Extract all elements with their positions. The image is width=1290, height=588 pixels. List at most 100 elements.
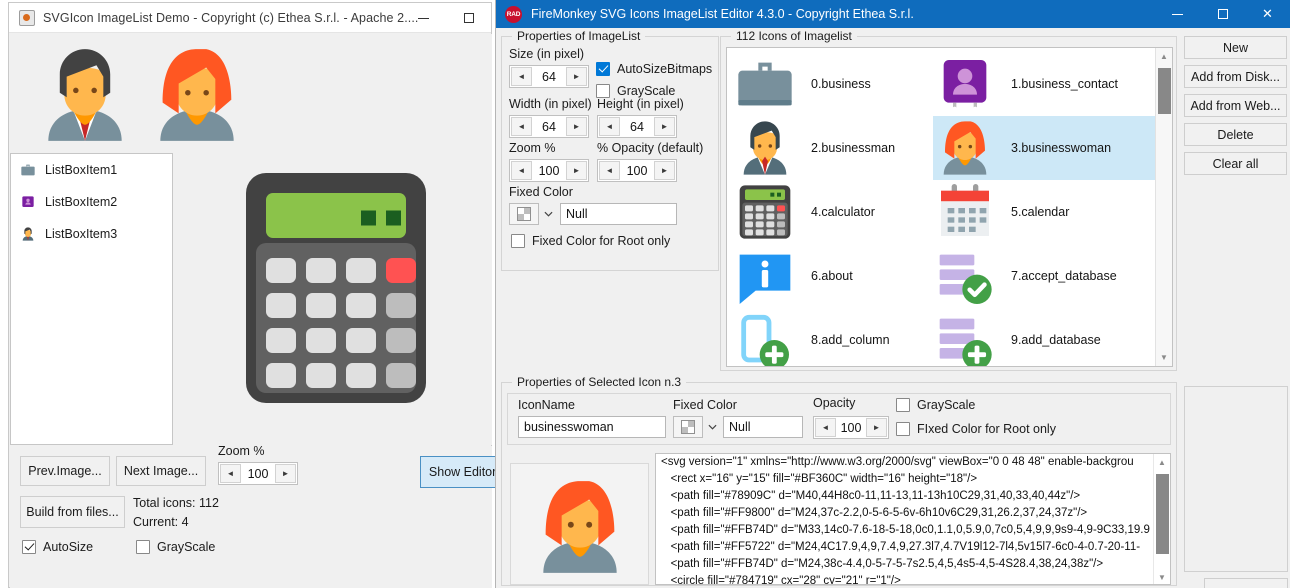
scrollbar-thumb[interactable] [1156, 474, 1169, 554]
list-item[interactable]: 2.businessman [733, 116, 963, 180]
selected-fixed-color-field[interactable]: Null [723, 416, 803, 438]
build-from-files-button[interactable]: Build from files... [20, 496, 125, 528]
grayscale-checkbox-box[interactable] [136, 540, 150, 554]
scroll-up-arrow-icon[interactable]: ▲ [1156, 48, 1172, 65]
partially-visible-button[interactable] [1204, 578, 1288, 588]
demo-window-buttons [401, 3, 491, 33]
selected-opacity-decrement-button[interactable]: ◄ [815, 418, 836, 437]
imagelist-icon-grid[interactable]: 0.business 1.business_contact 2.business… [726, 47, 1173, 367]
add-from-web-button[interactable]: Add from Web... [1184, 94, 1287, 117]
svg-source-line: <path fill="#FF9800" d="M24,37c-2.2,0-5-… [661, 507, 1088, 519]
list-item[interactable]: 1.business_contact [933, 52, 1163, 116]
autosize-checkbox-box[interactable] [22, 540, 36, 554]
iconname-field[interactable]: businesswoman [518, 416, 666, 438]
selected-opacity-stepper[interactable]: ◄ 100 ► [813, 416, 889, 439]
size-value[interactable]: 64 [533, 66, 565, 87]
fixed-color-root-only-checkbox-box[interactable] [511, 234, 525, 248]
imagelist-zoom-increment-button[interactable]: ► [566, 161, 587, 180]
list-item-label: 3.businesswoman [1011, 141, 1112, 155]
selected-grayscale-checkbox-box[interactable] [896, 398, 910, 412]
imagelist-scrollbar[interactable]: ▲ ▼ [1155, 48, 1172, 366]
size-stepper[interactable]: ◄ 64 ► [509, 65, 589, 88]
list-item-selected[interactable]: 3.businesswoman [933, 116, 1167, 180]
chevron-down-icon[interactable] [540, 203, 556, 225]
imagelist-zoom-stepper[interactable]: ◄ 100 ► [509, 159, 589, 182]
imagelist-zoom-value[interactable]: 100 [533, 160, 565, 181]
height-increment-button[interactable]: ► [654, 117, 675, 136]
demo-listbox[interactable]: ListBoxItem1 ListBoxItem2 ListBoxItem3 [10, 153, 173, 445]
clear-all-button[interactable]: Clear all [1184, 152, 1287, 175]
size-decrement-button[interactable]: ◄ [511, 67, 532, 86]
list-item[interactable]: ListBoxItem1 [11, 154, 172, 186]
scroll-up-arrow-icon[interactable]: ▲ [1154, 454, 1170, 471]
fixed-color-field[interactable]: Null [560, 203, 677, 225]
scroll-down-arrow-icon[interactable]: ▼ [1156, 349, 1172, 366]
selected-grayscale-checkbox[interactable]: GrayScale [896, 398, 975, 412]
close-icon[interactable]: ✕ [1245, 0, 1290, 28]
demo-zoom-stepper[interactable]: ◄ 100 ► [218, 462, 298, 485]
business-contact-icon [20, 194, 36, 210]
chevron-down-icon[interactable] [704, 416, 720, 438]
selected-opacity-increment-button[interactable]: ► [866, 418, 887, 437]
svg-source-line: <path fill="#78909C" d="M40,44H8c0-11,11… [661, 490, 1081, 502]
list-item[interactable]: ListBoxItem2 [11, 186, 172, 218]
zoom-value[interactable]: 100 [242, 463, 274, 484]
list-item-label: 4.calculator [811, 205, 875, 219]
new-button[interactable]: New [1184, 36, 1287, 59]
selected-fixed-color-picker-button[interactable] [673, 416, 703, 438]
add-from-disk-button[interactable]: Add from Disk... [1184, 65, 1287, 88]
list-item[interactable]: 9.add_database [933, 308, 1163, 366]
fixed-color-picker-button[interactable] [509, 203, 539, 225]
list-item[interactable]: 0.business [733, 52, 963, 116]
scroll-down-arrow-icon[interactable]: ▼ [1154, 569, 1170, 584]
svg-source-textarea[interactable]: <svg version="1" xmlns="http://www.w3.or… [655, 453, 1171, 585]
minimize-icon[interactable] [1155, 0, 1200, 28]
businesswoman-icon [160, 49, 234, 141]
height-value[interactable]: 64 [621, 116, 653, 137]
width-value[interactable]: 64 [533, 116, 565, 137]
zoom-decrement-button[interactable]: ◄ [220, 464, 241, 483]
autosizebitmaps-checkbox-box[interactable] [596, 62, 610, 76]
zoom-increment-button[interactable]: ► [275, 464, 296, 483]
height-decrement-button[interactable]: ◄ [599, 117, 620, 136]
height-stepper[interactable]: ◄ 64 ► [597, 115, 677, 138]
autosize-checkbox-label: AutoSize [43, 540, 94, 554]
imagelist-zoom-decrement-button[interactable]: ◄ [511, 161, 532, 180]
opacity-decrement-button[interactable]: ◄ [599, 161, 620, 180]
opacity-increment-button[interactable]: ► [654, 161, 675, 180]
autosizebitmaps-checkbox[interactable]: AutoSizeBitmaps [596, 62, 712, 76]
size-increment-button[interactable]: ► [566, 67, 587, 86]
selected-icon-fields-panel: IconName businesswoman Fixed Color Null … [507, 393, 1171, 445]
width-stepper[interactable]: ◄ 64 ► [509, 115, 589, 138]
list-item[interactable]: 6.about [733, 244, 963, 308]
selected-opacity-value[interactable]: 100 [837, 417, 865, 438]
grayscale-checkbox[interactable]: GrayScale [136, 540, 215, 554]
svg-source-scrollbar[interactable]: ▲ ▼ [1153, 454, 1170, 584]
minimize-icon[interactable] [401, 3, 446, 33]
selected-fixed-color-root-checkbox-box[interactable] [896, 422, 910, 436]
opacity-stepper[interactable]: ◄ 100 ► [597, 159, 677, 182]
size-label: Size (in pixel) [509, 47, 585, 61]
fixed-color-root-only-checkbox[interactable]: Fixed Color for Root only [511, 234, 670, 248]
list-item[interactable]: 8.add_column [733, 308, 963, 366]
iconname-label: IconName [518, 398, 575, 412]
maximize-icon[interactable] [446, 3, 491, 33]
prev-image-button[interactable]: Prev.Image... [20, 456, 110, 486]
list-item[interactable]: 5.calendar [933, 180, 1163, 244]
selected-fixed-color-root-checkbox[interactable]: FIxed Color for Root only [896, 422, 1056, 436]
list-item[interactable]: 7.accept_database [933, 244, 1163, 308]
imagelist-grayscale-checkbox-box[interactable] [596, 84, 610, 98]
list-item[interactable]: 4.calculator [733, 180, 963, 244]
width-increment-button[interactable]: ► [566, 117, 587, 136]
autosize-checkbox[interactable]: AutoSize [22, 540, 93, 554]
maximize-icon[interactable] [1200, 0, 1245, 28]
width-decrement-button[interactable]: ◄ [511, 117, 532, 136]
delete-button[interactable]: Delete [1184, 123, 1287, 146]
imagelist-grayscale-checkbox[interactable]: GrayScale [596, 84, 675, 98]
list-item[interactable]: ListBoxItem3 [11, 218, 172, 250]
next-image-button[interactable]: Next Image... [116, 456, 206, 486]
calculator-icon [246, 173, 426, 403]
opacity-value[interactable]: 100 [621, 160, 653, 181]
svg-source-line: <circle fill="#784719" cx="28" cy="21" r… [661, 575, 901, 585]
scrollbar-thumb[interactable] [1158, 68, 1171, 114]
